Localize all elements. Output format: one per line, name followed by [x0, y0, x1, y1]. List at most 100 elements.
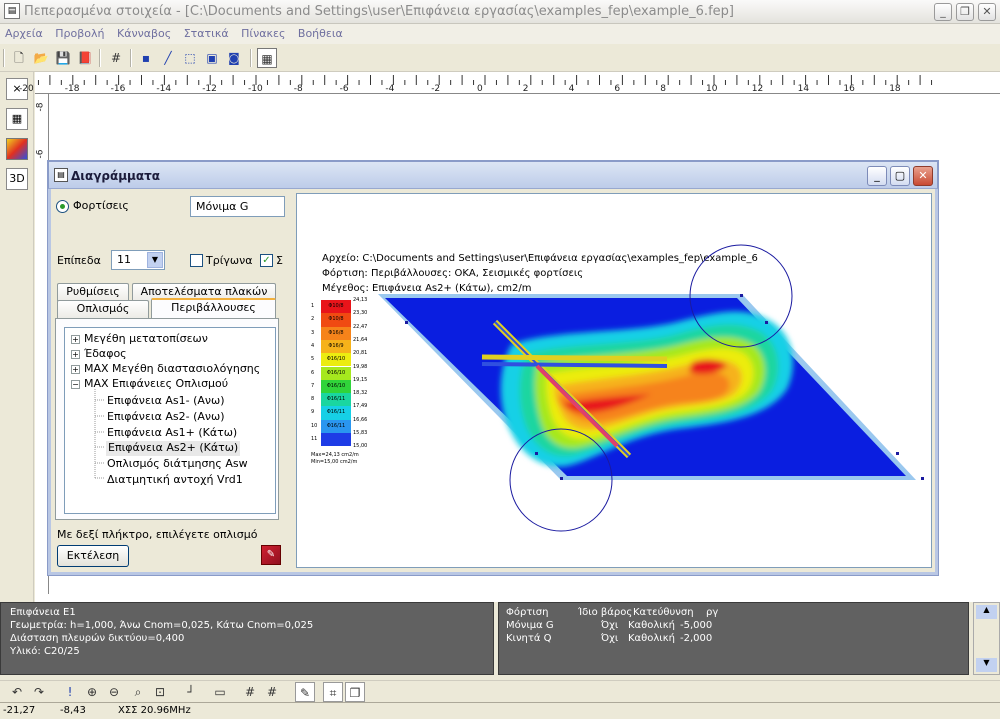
loads-radio[interactable] [56, 200, 69, 213]
run-button[interactable]: Εκτέλεση [57, 545, 129, 567]
close-button[interactable]: ✕ [978, 3, 996, 21]
new-file-icon[interactable]: 🗋 [9, 48, 29, 68]
loads-row[interactable]: Κινητά Q Όχι Καθολική -2,000 [506, 633, 961, 646]
dialog-maximize-button[interactable]: ▢ [890, 166, 910, 186]
v-tick-label: -8 [35, 102, 46, 112]
cell: Κινητά Q [506, 633, 552, 644]
open-folder-icon[interactable]: 📂 [31, 48, 51, 68]
area-icon[interactable]: ⬚ [180, 48, 200, 68]
header-direction: Κατεύθυνση [633, 607, 694, 618]
app-title-bar: ▤ Πεπερασμένα στοιχεία - [C:\Documents a… [0, 0, 1000, 24]
stress-map-icon[interactable] [6, 138, 28, 160]
pan-icon[interactable]: ! [60, 682, 80, 702]
menu-bar: Αρχεία Προβολή Κάνναβος Στατικά Πίνακες … [0, 24, 1000, 44]
chevron-down-icon[interactable]: ▼ [147, 252, 163, 268]
line-icon[interactable]: ╱ [158, 48, 178, 68]
zoom-in-icon[interactable]: ⊕ [82, 682, 102, 702]
properties-icon[interactable]: ✎ [295, 682, 315, 702]
maximize-button[interactable]: ❐ [956, 3, 974, 21]
menu-files[interactable]: Αρχεία [0, 24, 47, 40]
dialog-title: Διαγράμματα [71, 169, 161, 183]
status-y: -8,43 [60, 705, 86, 716]
menu-grid[interactable]: Κάνναβος [112, 24, 175, 40]
status-x: -21,27 [3, 705, 36, 716]
grid-icon[interactable]: # [106, 48, 126, 68]
undo-icon[interactable]: ↶ [7, 682, 27, 702]
h-tick-label: -16 [110, 84, 126, 94]
load-input[interactable]: Μόνιμα G [190, 196, 285, 217]
info-line: Διάσταση πλευρών δικτύου=0,400 [10, 633, 185, 644]
h-tick-label: -12 [202, 84, 217, 94]
dialog-title-bar[interactable]: ▤ Διαγράμματα _ ▢ ✕ [48, 161, 938, 189]
triangles-checkbox[interactable] [190, 254, 203, 267]
cell: -2,000 [680, 633, 713, 644]
h-tick-label: 6 [614, 84, 621, 94]
scroll-down-icon[interactable]: ▼ [976, 658, 997, 672]
select-icon[interactable]: ⌗ [323, 682, 343, 702]
toolbar: 🗋 📂 💾 📕 # ▪ ╱ ⬚ ▣ ◙ ▦ [0, 44, 1000, 72]
contour-plot [378, 244, 924, 532]
sigma-label: Σ [276, 254, 283, 267]
scroll-up-icon[interactable]: ▲ [976, 605, 997, 619]
levels-label: Επίπεδα [57, 254, 101, 267]
tree-lines [94, 389, 105, 479]
status-info: ΧΣΣ 20.96MHz [118, 705, 191, 716]
save-icon[interactable]: 💾 [53, 48, 73, 68]
book-icon[interactable]: 📕 [75, 48, 95, 68]
hint-text: Με δεξί πλήκτρο, επιλέγετε οπλισμό [57, 528, 258, 541]
grid-icon[interactable]: # [262, 682, 282, 702]
h-tick-label: -4 [385, 84, 395, 94]
vertical-ruler: -8 -6 [35, 94, 49, 594]
node-icon[interactable]: ▣ [202, 48, 222, 68]
toolbar-separator [250, 49, 252, 67]
scrollbar[interactable]: ▲ ▼ [973, 602, 1000, 675]
tab-settings[interactable]: Ρυθμίσεις [57, 283, 129, 301]
h-tick-label: 18 [889, 84, 901, 94]
loads-info-panel: Φόρτιση Ίδιο βάρος Κατεύθυνση ργ Μόνιμα … [498, 602, 969, 675]
ortho-icon[interactable]: ┘ [181, 682, 201, 702]
menu-static[interactable]: Στατικά [179, 24, 233, 40]
h-tick-label: 10 [706, 84, 718, 94]
loads-row[interactable]: Μόνιμα G Όχι Καθολική -5,000 [506, 620, 961, 633]
calculator-icon[interactable]: ▦ [6, 108, 28, 130]
tab-reinforcement[interactable]: Οπλισμός [57, 300, 149, 318]
zoom-window-icon[interactable]: ⌕ [128, 682, 148, 702]
book-icon[interactable]: ✎ [261, 545, 281, 565]
redo-icon[interactable]: ↷ [29, 682, 49, 702]
minimize-button[interactable]: _ [934, 3, 952, 21]
bottom-toolbar: ↶ ↷ ! ⊕ ⊖ ⌕ ⊡ ┘ ▭ # # ✎ ⌗ ❐ [0, 680, 1000, 702]
diagram-panel[interactable]: Αρχείο: C:\Documents and Settings\user\Ε… [296, 193, 932, 568]
h-tick-label: 0 [477, 84, 483, 94]
zoom-extents-icon[interactable]: ⊡ [150, 682, 170, 702]
surface-info-panel: Επιφάνεια Ε1 Γεωμετρία: h=1,000, Άνω Cno… [0, 602, 494, 675]
h-tick-label: 8 [660, 84, 666, 94]
sigma-checkbox[interactable]: ✓ [260, 254, 273, 267]
menu-tables[interactable]: Πίνακες [236, 24, 289, 40]
menu-view[interactable]: Προβολή [50, 24, 108, 40]
dialog-icon: ▤ [54, 168, 68, 182]
levels-select[interactable]: 11 ▼ [111, 250, 165, 270]
ruler-icon[interactable]: ▭ [210, 682, 230, 702]
3d-view-icon[interactable]: 3D [6, 168, 28, 190]
info-line: Γεωμετρία: h=1,000, Άνω Cnom=0,025, Κάτω… [10, 620, 314, 631]
surface-icon[interactable]: ◙ [224, 48, 244, 68]
menu-help[interactable]: Βοήθεια [293, 24, 347, 40]
levels-value: 11 [117, 253, 131, 266]
results-tree: + Μεγέθη μετατοπίσεων + Έδαφος + MAX Μεγέθη… [64, 327, 276, 514]
cell: -5,000 [680, 620, 713, 631]
zoom-out-icon[interactable]: ⊖ [104, 682, 124, 702]
grid-snap-icon[interactable]: # [240, 682, 260, 702]
dialog-minimize-button[interactable]: _ [867, 166, 887, 186]
point-icon[interactable]: ▪ [136, 48, 156, 68]
cell: Καθολική [628, 620, 675, 631]
cell: Καθολική [628, 633, 675, 644]
calculator-icon[interactable]: ▦ [257, 48, 277, 68]
h-tick-label: 4 [568, 84, 575, 94]
dialog-close-button[interactable]: ✕ [913, 166, 933, 186]
header-self-weight: Ίδιο βάρος [578, 607, 633, 618]
h-tick-label: 12 [751, 84, 764, 94]
tab-envelopes[interactable]: Περιβάλλουσες [151, 298, 276, 318]
app-title: Πεπερασμένα στοιχεία - [C:\Documents and… [24, 4, 734, 19]
windows-icon[interactable]: ❐ [345, 682, 365, 702]
h-tick-label: -20 [19, 84, 34, 94]
